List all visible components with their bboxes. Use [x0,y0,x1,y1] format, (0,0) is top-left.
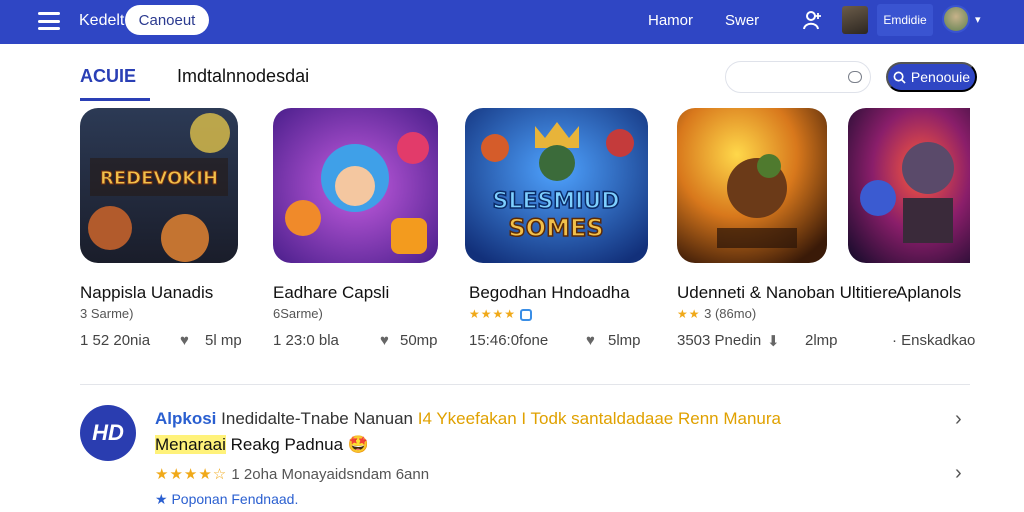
card-rating: ★★ 3 (86mo) [677,306,756,321]
heart-icon[interactable]: ♥ [180,332,189,349]
card-title[interactable]: Aplanols [896,283,961,303]
active-tab-indicator [80,98,150,101]
account-button[interactable]: Emdidie [877,4,933,36]
card-likes: 5lmp [608,332,641,349]
listing-highlight: I4 Ykeefakan I Todk santaldadaae Renn Ma… [417,409,781,428]
listing-subline: Menaraai Reakg Padnua 🤩 [155,435,369,455]
game-thumbnail[interactable]: REDEVOKIH [80,108,238,263]
card-title[interactable]: Begodhan Hndoadha [469,283,630,303]
card-likes-text: Enskadkao [901,332,976,349]
rating-stars: ★★ [677,307,701,321]
chevron-right-icon[interactable]: › [955,408,962,431]
listing-description: Inedidalte-Tnabe Nanuan [221,409,414,428]
app-logo[interactable]: HD [80,405,136,461]
search-input[interactable] [725,61,871,93]
search-icon [893,71,906,84]
chevron-down-icon[interactable]: ▾ [975,13,981,26]
listing-footer-link[interactable]: ★ Poponan Fendnaad. [155,491,298,508]
card-subtitle: 3 Sarme) [80,306,134,321]
nav-link-hamor[interactable]: Hamor [648,12,693,29]
verified-badge-icon [520,308,533,321]
heart-icon[interactable]: ♥ [586,332,595,349]
card-stat: 15:46:0fone [469,332,549,349]
tab-imdtalnnodesdai[interactable]: Imdtalnnodesdai [177,66,309,87]
card-subtitle: 3 (86mo) [704,306,757,321]
listing-rating-row: ★★★★☆ 1 2oha Monayaidsndam 6ann [155,465,429,483]
listing-headline[interactable]: Alpkosi Inedidalte-Tnabe Nanuan I4 Ykeef… [155,409,781,429]
listing-subtitle: Reakg Padnua 🤩 [230,435,369,454]
listing-tag: Menaraai [155,435,226,454]
thumbnail-title: SLESMIUD [493,189,620,214]
search-button[interactable]: Penoouie [886,62,977,92]
tab-acuie[interactable]: ACUIE [80,66,136,87]
download-icon[interactable]: ⬇ [767,332,780,350]
card-rating: ★★★★ [469,306,533,321]
card-likes: 5l mp [205,332,242,349]
card-title[interactable]: Nappisla Uanadis [80,283,213,303]
rating-stars: ★★★★ [469,307,517,321]
card-likes: 50mp [400,332,438,349]
search-clear-icon[interactable] [848,71,862,83]
card-likes: · Enskadkao [892,332,976,349]
card-title[interactable]: Udenneti & Nanoban Ultitiere [677,283,897,303]
thumbnail-title: REDEVOKIH [100,168,218,189]
heart-icon[interactable]: ♥ [380,332,389,349]
thumbnail-title: SOMES [508,214,603,242]
nav-link-swer[interactable]: Swer [725,12,759,29]
card-title[interactable]: Eadhare Capsli [273,283,389,303]
game-thumbnail[interactable]: SLESMIUD SOMES [465,108,648,263]
game-thumbnail[interactable] [848,108,970,263]
top-app-bar: Kedelt Canoeut Hamor Swer Emdidie ▾ [0,0,1024,44]
menu-icon[interactable] [38,12,60,30]
rating-stars: ★★★★☆ [155,466,228,483]
divider [80,384,970,385]
avatar[interactable] [842,6,868,34]
chevron-right-icon[interactable]: › [955,462,962,485]
game-thumbnail[interactable] [677,108,827,263]
profile-avatar[interactable] [942,5,970,33]
card-subtitle: 6Sarme) [273,306,323,321]
search-button-label: Penoouie [910,69,971,85]
brand-title: Kedelt [79,12,125,29]
card-likes: 2lmp [805,332,838,349]
card-stat: 1 23:0 bla [273,332,339,349]
user-add-icon[interactable] [802,9,822,31]
cancel-button[interactable]: Canoeut [125,5,209,35]
listing-rating-text: 1 2oha Monayaidsndam 6ann [231,466,430,483]
listing-name: Alpkosi [155,409,217,428]
card-stat: 1 52 20nia [80,332,151,349]
game-thumbnail[interactable] [273,108,438,263]
card-stat: 3503 Pnedin [677,332,762,349]
